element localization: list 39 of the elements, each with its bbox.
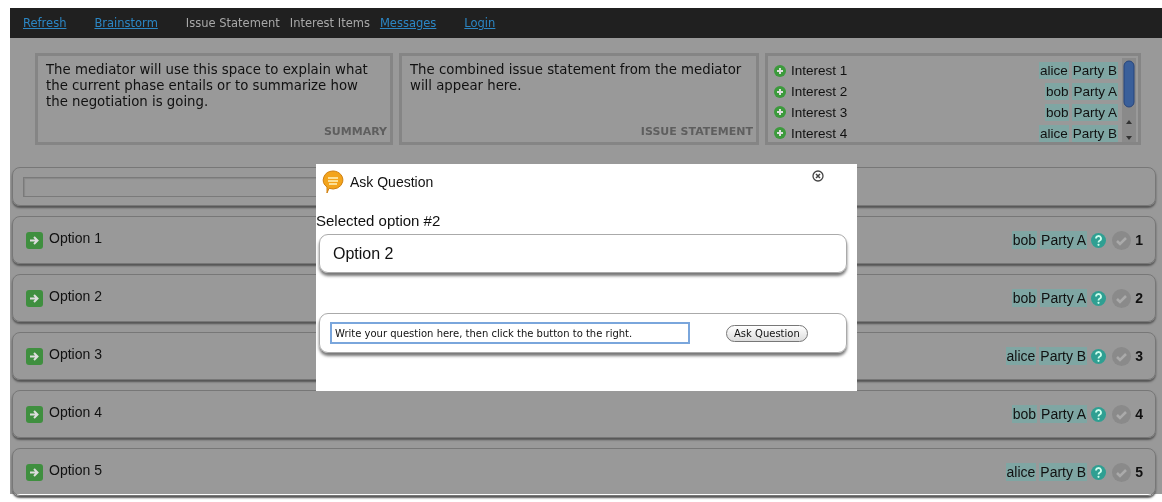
party-tag: Party A <box>1040 289 1088 307</box>
selected-option-text: Option 2 <box>332 244 395 264</box>
option-label: Option 1 <box>49 230 103 246</box>
user-tag: bob <box>1044 103 1070 121</box>
interest-label: Interest 4 <box>791 125 849 141</box>
user-tag: alice <box>1005 463 1037 481</box>
party-tag: Party B <box>1039 463 1088 481</box>
option-label: Option 4 <box>49 404 103 420</box>
user-tag: alice <box>1005 347 1037 365</box>
party-tag: Party B <box>1071 62 1118 80</box>
interest-label: Interest 3 <box>791 104 849 120</box>
party-tag: Party A <box>1072 83 1118 101</box>
user-tag: bob <box>1011 289 1038 307</box>
interest-label: Interest 2 <box>791 84 849 100</box>
user-tag: bob <box>1011 231 1038 249</box>
option-number: 4 <box>1135 406 1143 422</box>
summary-text: The mediator will use this space to explain what the current phase entails or to summarize how the negotiation is going. <box>46 62 369 110</box>
option-number: 5 <box>1135 464 1143 480</box>
party-tag: Party A <box>1040 405 1088 423</box>
party-tag: Party B <box>1039 347 1088 365</box>
summary-caption: SUMMARY <box>323 124 387 140</box>
interest-label: Interest 1 <box>791 63 849 79</box>
option-number: 2 <box>1135 290 1143 306</box>
party-tag: Party A <box>1072 103 1118 121</box>
user-tag: alice <box>1038 62 1069 80</box>
user-tag: bob <box>1044 83 1070 101</box>
party-tag: Party A <box>1040 231 1088 249</box>
option-number: 1 <box>1135 232 1143 248</box>
issue-statement-caption: ISSUE STATEMENT <box>640 124 753 140</box>
user-tag: bob <box>1011 405 1038 423</box>
party-tag: Party B <box>1071 124 1118 142</box>
user-tag: alice <box>1038 124 1069 142</box>
issue-statement-text: The combined issue statement from the mediator will appear here. <box>410 62 743 94</box>
option-label: Option 2 <box>49 288 103 304</box>
option-label: Option 3 <box>49 346 103 362</box>
dialog-heading: Selected option #2 <box>316 212 442 229</box>
dialog-title: Ask Question <box>350 174 435 190</box>
option-label: Option 5 <box>49 462 103 478</box>
option-number: 3 <box>1135 348 1143 364</box>
